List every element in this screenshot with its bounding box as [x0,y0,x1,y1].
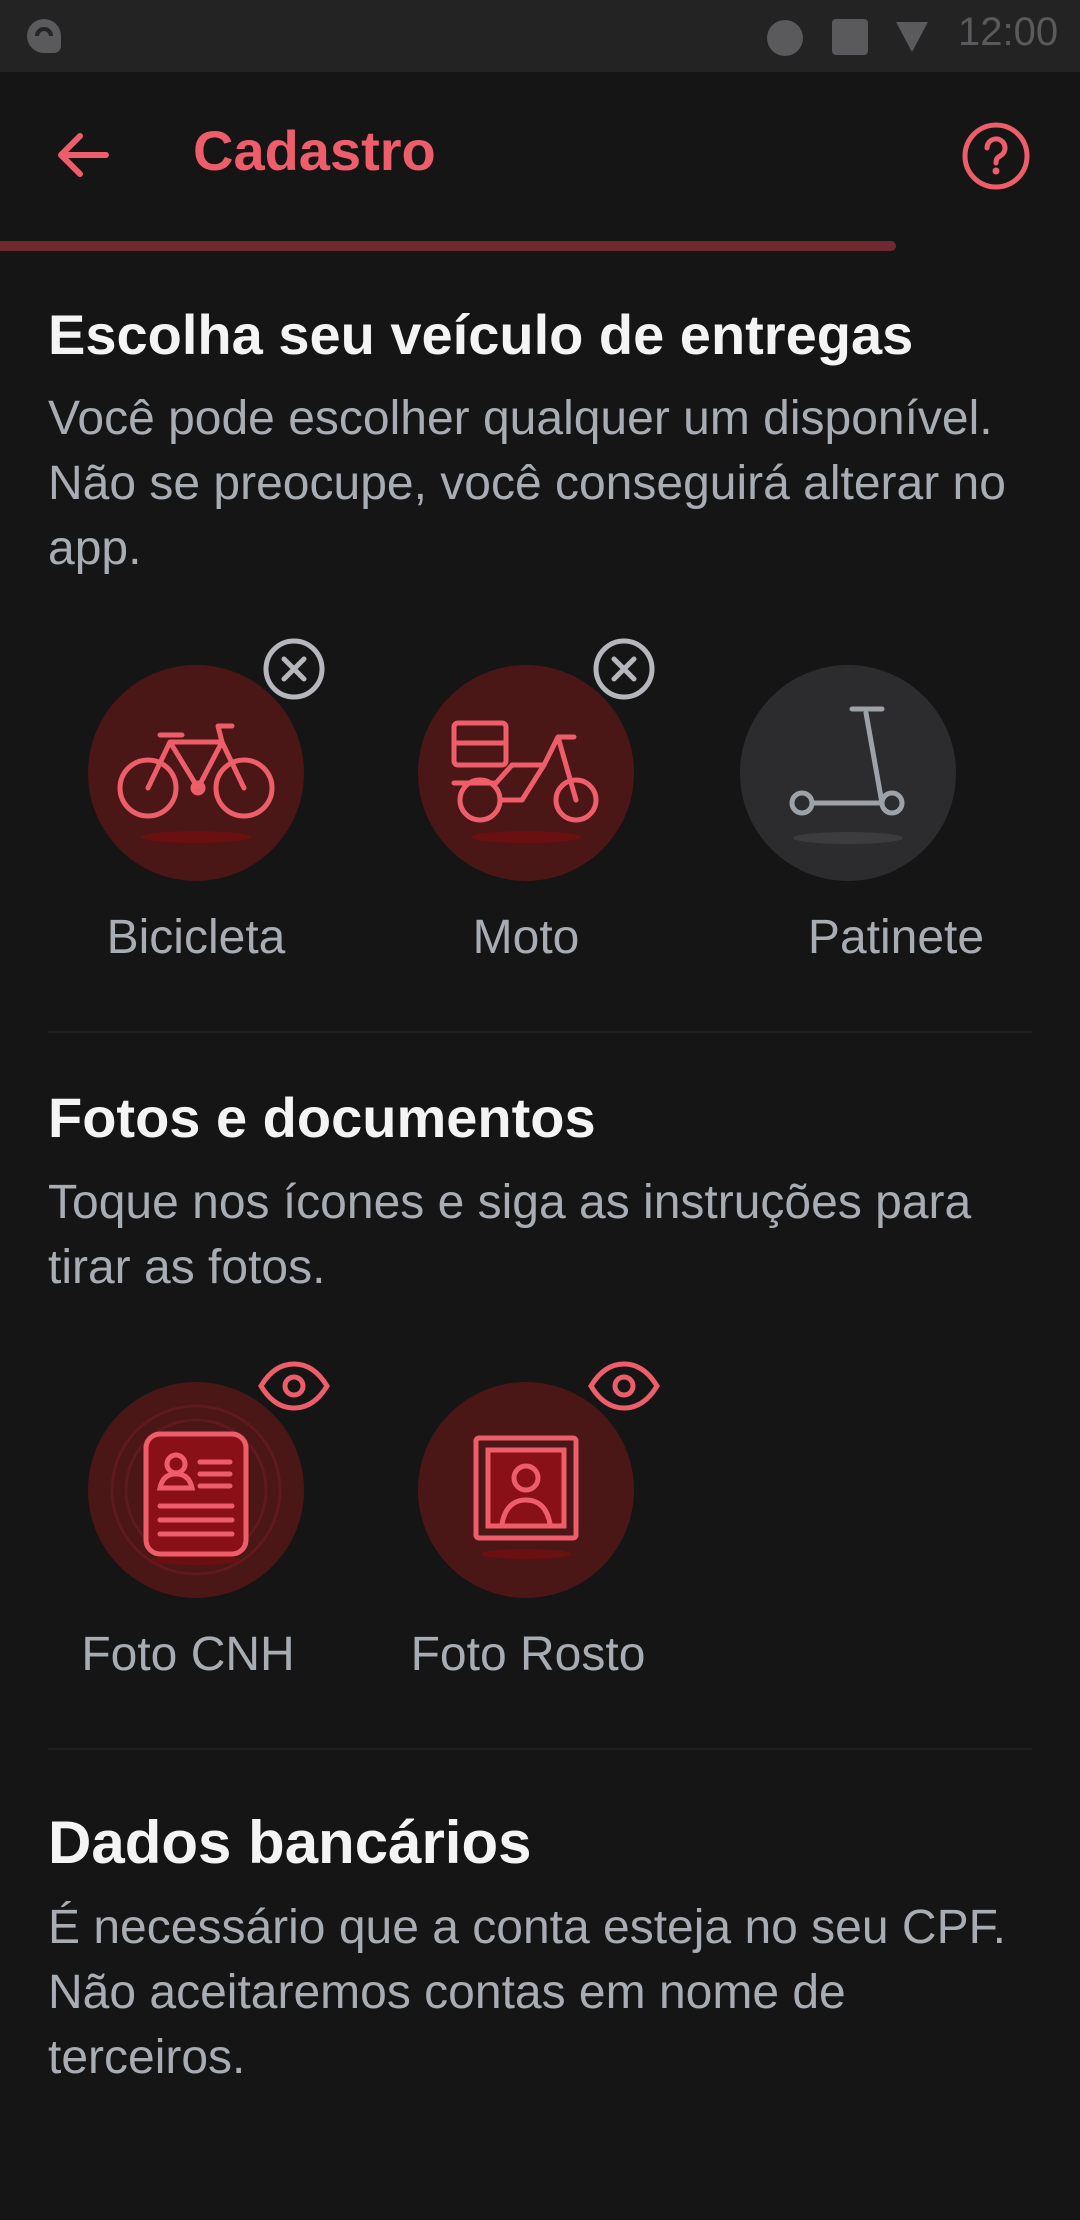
status-square-icon [832,19,868,55]
document-option-face[interactable]: Foto Rosto [330,1361,670,1712]
app-bar: Cadastro [0,72,1080,242]
scooter-circle[interactable] [740,665,956,881]
page-title: Cadastro [193,119,436,182]
document-option-cnh[interactable]: Foto CNH [0,1361,340,1712]
view-cnh-eye-icon[interactable] [256,1354,332,1418]
face-photo-label: Foto Rosto [410,1628,646,1681]
scooter-label: Patinete [807,911,985,964]
signup-progress-bar [0,241,1080,251]
vehicle-section-title: Escolha seu veículo de entregas [48,303,914,366]
scooter-icon [789,706,905,844]
back-arrow-icon[interactable] [50,122,116,188]
signal-icon [896,22,928,52]
bank-section-description: É necessário que a conta esteja no seu C… [48,1901,1006,2084]
progress-fill [0,241,897,251]
section-divider [48,1748,1032,1750]
status-bar: 12:00 [0,0,1080,72]
app-notification-icon [26,18,61,53]
view-face-eye-icon[interactable] [586,1354,662,1418]
vehicle-option-bicycle[interactable]: Bicicleta [0,638,340,995]
documents-section-description: Toque nos ícones e siga as instruções pa… [48,1176,972,1294]
vehicle-option-scooter[interactable]: Patinete [654,665,994,995]
remove-bicycle-icon[interactable] [262,637,326,701]
bank-section-title: Dados bancários [48,1809,532,1876]
vehicle-option-motorcycle[interactable]: Moto [330,638,670,995]
section-divider [48,1031,1032,1033]
documents-section-title: Fotos e documentos [48,1086,596,1149]
notification-dot-icon [767,20,803,56]
remove-motorcycle-icon[interactable] [592,637,656,701]
help-icon[interactable] [960,120,1032,192]
vehicle-section-description: Você pode escolher qualquer um disponíve… [48,392,1006,575]
status-time: 12:00 [958,10,1059,54]
